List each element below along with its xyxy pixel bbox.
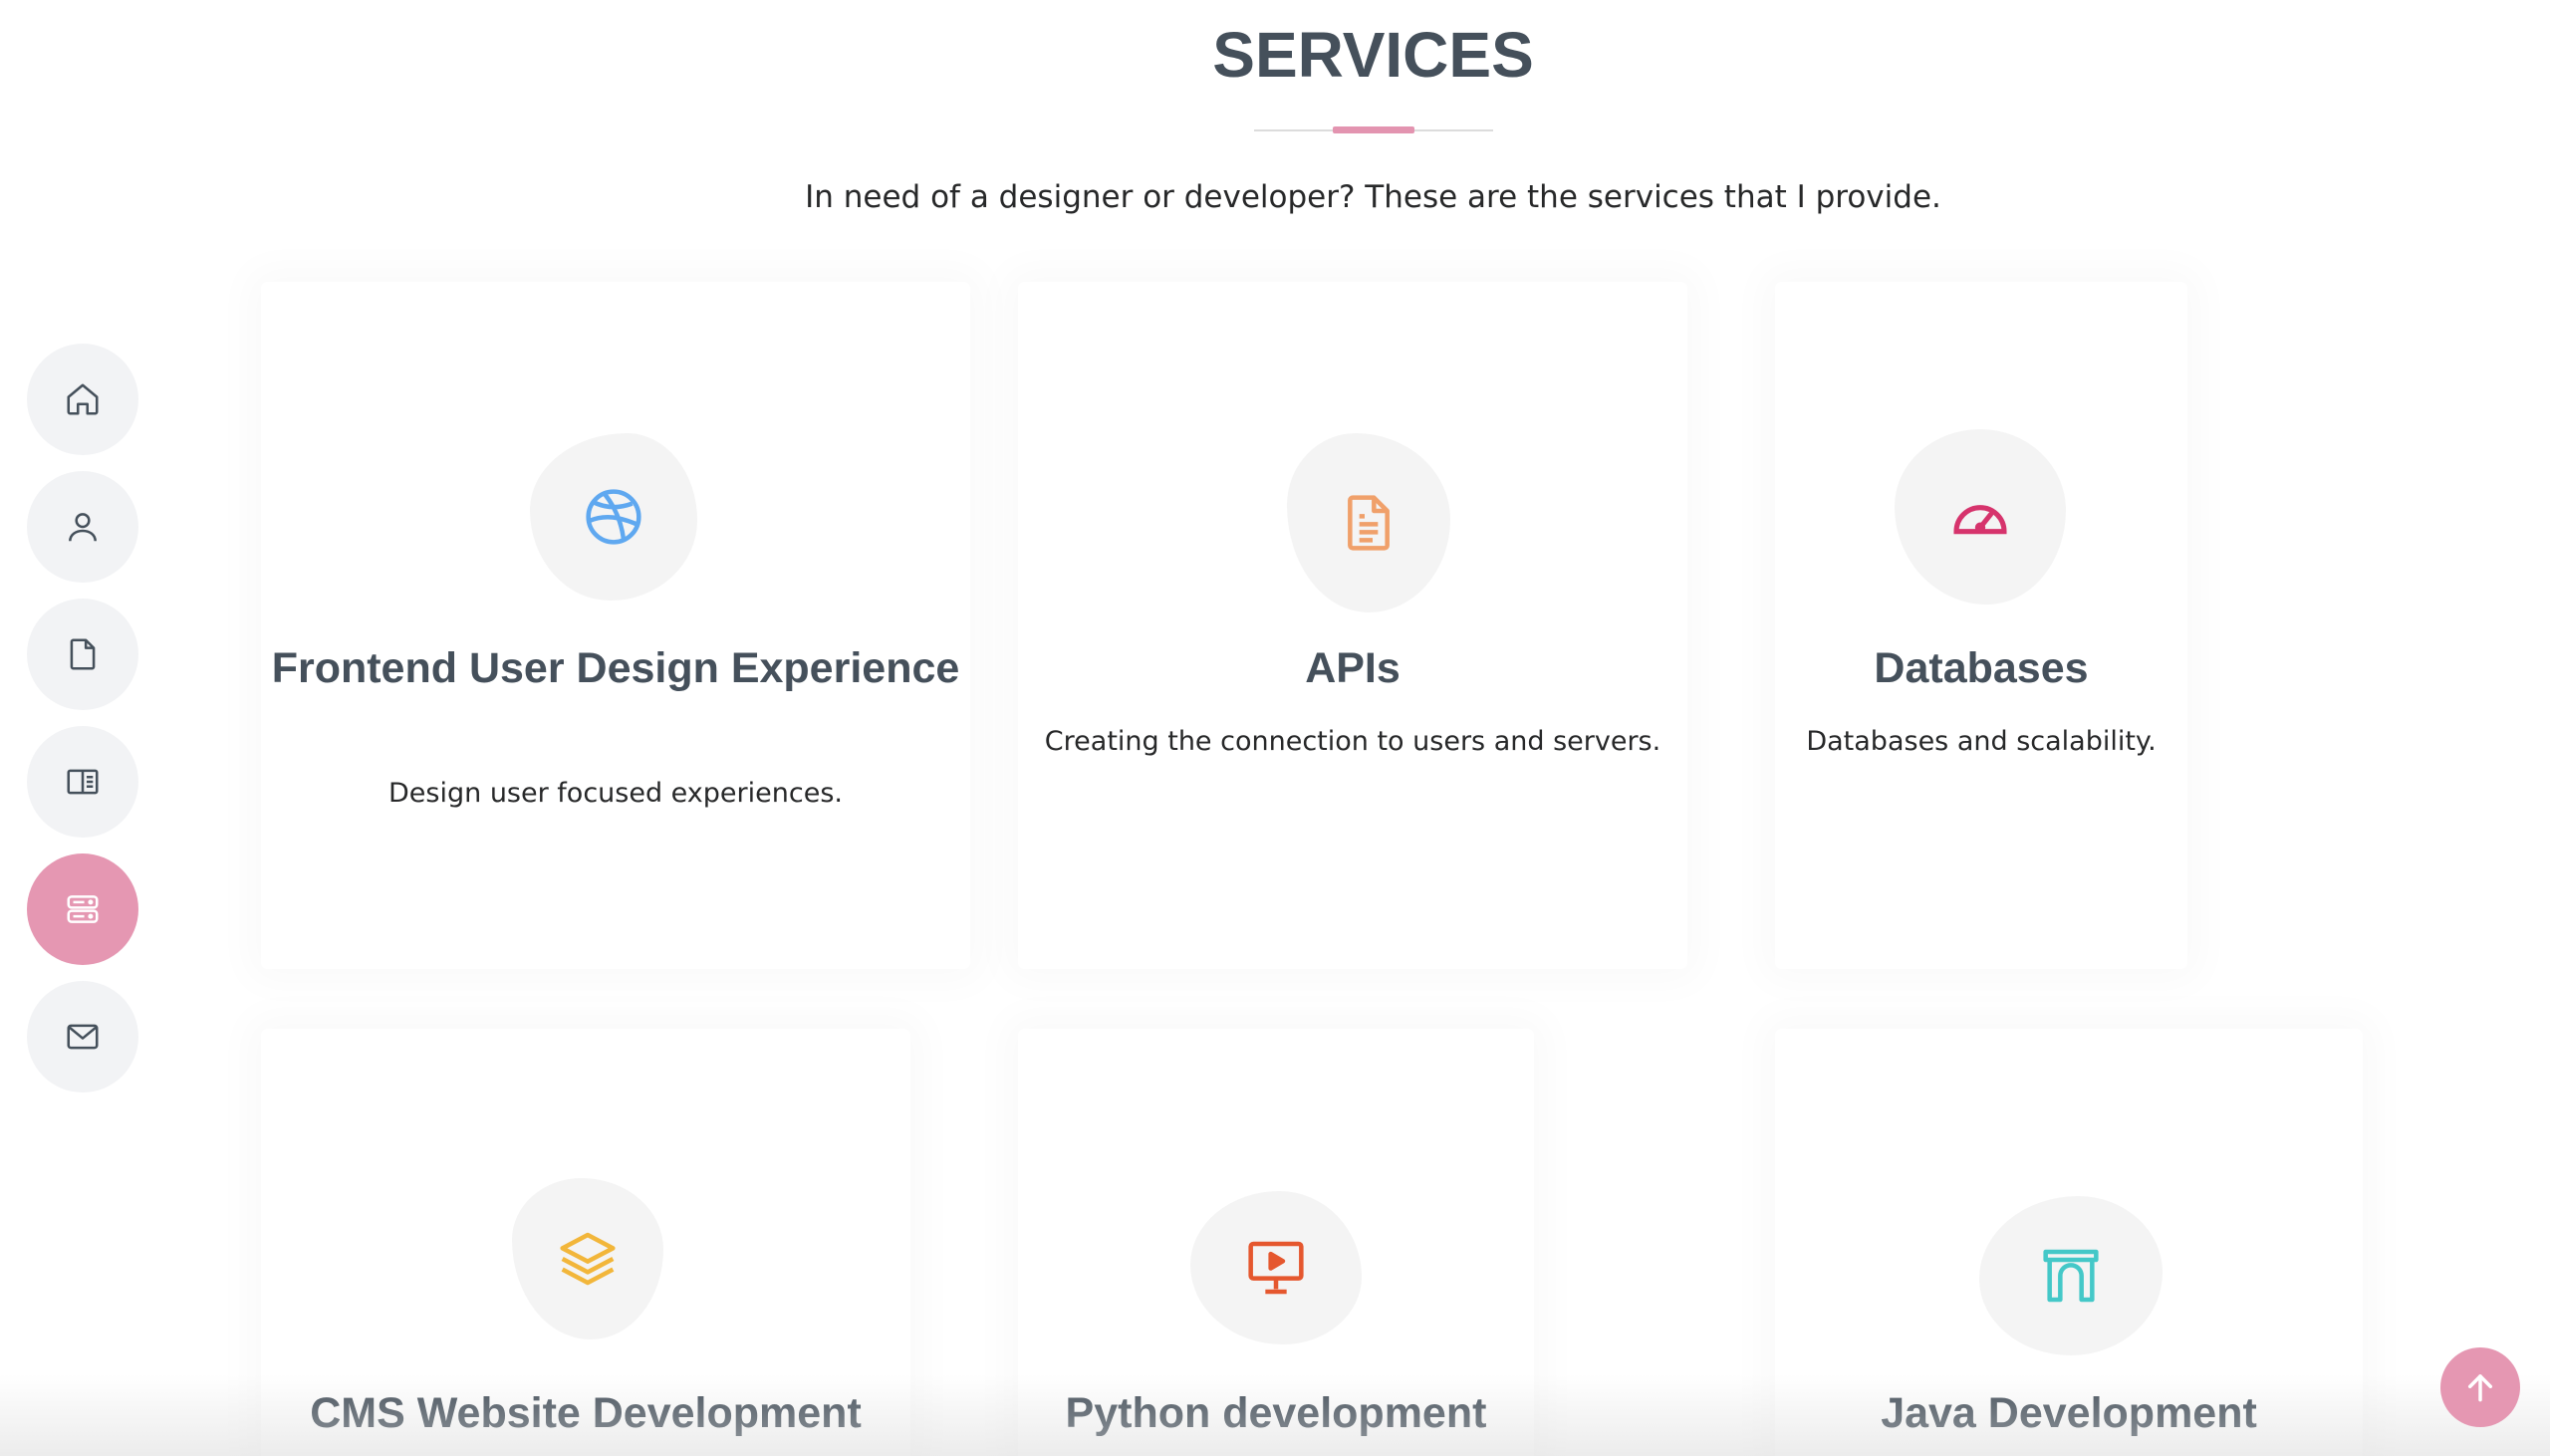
section-subtitle: In need of a designer or developer? Thes…	[805, 179, 1941, 215]
service-title: Java Development	[1881, 1389, 2257, 1437]
nav-portfolio-button[interactable]	[27, 726, 138, 838]
nav-contact-button[interactable]	[27, 981, 138, 1092]
nav-about-button[interactable]	[27, 471, 138, 583]
back-to-top-button[interactable]	[2440, 1347, 2520, 1427]
user-icon	[69, 513, 97, 542]
nav-resume-button[interactable]	[27, 599, 138, 710]
nav-home-button[interactable]	[27, 344, 138, 455]
service-card-python: Python development	[1018, 1029, 1534, 1456]
service-icon-blob	[1979, 1196, 2163, 1355]
service-description: Design user focused experiences.	[388, 778, 843, 809]
service-icon-blob	[1190, 1191, 1362, 1344]
speedometer-icon	[1953, 505, 2007, 535]
service-description: Creating the connection to users and ser…	[1044, 726, 1661, 757]
title-divider-accent	[1333, 126, 1414, 133]
service-title: Databases	[1874, 644, 2089, 692]
envelope-icon	[67, 1024, 99, 1050]
file-text-icon	[1348, 495, 1390, 551]
nav-services-button[interactable]	[27, 853, 138, 965]
book-open-icon	[67, 769, 99, 795]
service-description: Databases and scalability.	[1806, 726, 2157, 757]
service-card-apis: APIs Creating the connection to users an…	[1018, 282, 1687, 969]
server-icon	[67, 895, 99, 923]
service-card-java: Java Development	[1775, 1029, 2363, 1456]
home-icon	[67, 383, 99, 415]
service-title: Frontend User Design Experience	[271, 644, 960, 692]
service-icon-blob	[1895, 429, 2066, 605]
service-card-databases: Databases Databases and scalability.	[1775, 282, 2187, 969]
service-icon-blob	[530, 433, 697, 601]
service-card-cms: CMS Website Development	[261, 1029, 910, 1456]
file-icon	[70, 638, 96, 670]
service-title: Python development	[1065, 1389, 1487, 1437]
service-title: APIs	[1305, 644, 1401, 692]
dribbble-icon	[586, 489, 641, 545]
service-card-frontend: Frontend User Design Experience Design u…	[261, 282, 970, 969]
service-icon-blob	[1287, 433, 1450, 612]
archway-icon	[2043, 1249, 2099, 1303]
presentation-icon	[1248, 1241, 1304, 1295]
service-title: CMS Website Development	[310, 1389, 862, 1437]
arrow-up-icon	[2467, 1374, 2493, 1402]
service-icon-blob	[512, 1178, 663, 1339]
layers-icon	[560, 1232, 616, 1286]
section-title: SERVICES	[1212, 19, 1534, 91]
